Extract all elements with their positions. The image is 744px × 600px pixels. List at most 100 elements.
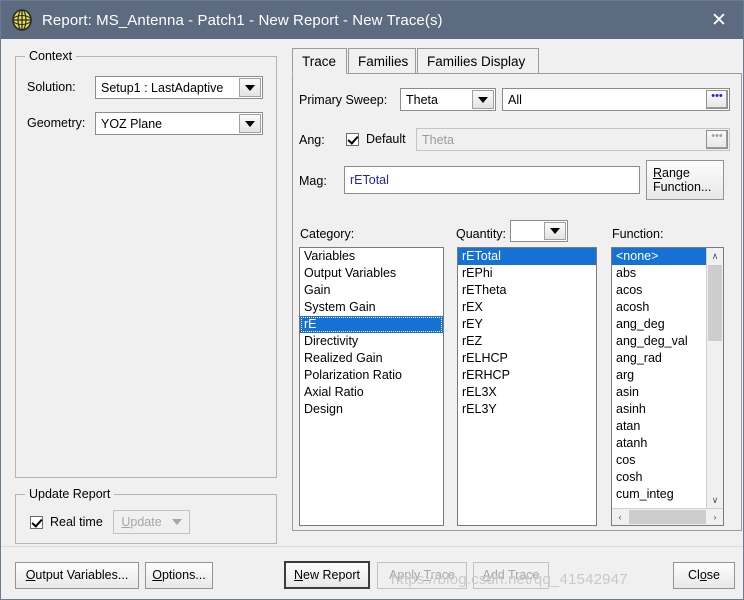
list-item[interactable]: cos (612, 452, 706, 469)
chevron-down-icon[interactable] (239, 114, 261, 133)
list-item[interactable]: rEL3X (458, 384, 596, 401)
function-horizontal-scrollbar[interactable]: ‹ › (612, 508, 723, 525)
solution-dropdown[interactable]: Setup1 : LastAdaptive (95, 76, 263, 99)
list-item[interactable]: acosh (612, 299, 706, 316)
tab-strip: Trace Families Families Display (292, 48, 742, 74)
close-icon[interactable]: ✕ (697, 2, 741, 38)
list-item[interactable]: rEX (458, 299, 596, 316)
tab-trace[interactable]: Trace (292, 48, 347, 74)
list-item[interactable]: Gain (300, 282, 443, 299)
ang-value-field: Theta (416, 128, 730, 151)
tab-families-display[interactable]: Families Display (417, 48, 539, 74)
mag-expression-value: rETotal (350, 173, 389, 187)
checkmark-icon (346, 132, 359, 146)
geometry-dropdown[interactable]: YOZ Plane (95, 112, 263, 135)
quantity-dropdown[interactable] (510, 220, 568, 242)
update-button: Update (113, 510, 190, 534)
list-item[interactable]: rELHCP (458, 350, 596, 367)
scroll-up-icon[interactable]: ∧ (707, 248, 723, 264)
new-report-button[interactable]: New Report (284, 561, 370, 589)
category-label: Category: (300, 227, 355, 241)
range-function-label-line2: Function... (653, 180, 712, 194)
apply-trace-button: Apply Trace (377, 562, 467, 589)
close-button[interactable]: Close (673, 562, 735, 589)
list-item[interactable]: Variables (300, 248, 443, 265)
mag-expression-field[interactable]: rETotal (344, 166, 640, 194)
output-variables-button[interactable]: Output Variables... (15, 562, 139, 589)
list-item[interactable]: cosh (612, 469, 706, 486)
report-dialog-window: Report: MS_Antenna - Patch1 - New Report… (0, 0, 744, 600)
function-label: Function: (612, 227, 664, 241)
list-item[interactable]: atan (612, 418, 706, 435)
update-report-groupbox-title: Update Report (25, 487, 115, 501)
solution-value: Setup1 : LastAdaptive (101, 80, 224, 95)
scroll-right-icon[interactable]: › (707, 512, 723, 522)
list-item[interactable]: System Gain (300, 299, 443, 316)
list-item[interactable]: atanh (612, 435, 706, 452)
list-item[interactable]: asinh (612, 401, 706, 418)
options-button[interactable]: Options... (145, 562, 213, 589)
list-item[interactable]: Output Variables (300, 265, 443, 282)
list-item[interactable]: rEL3Y (458, 401, 596, 418)
list-item[interactable]: rETheta (458, 282, 596, 299)
realtime-label: Real time (50, 515, 103, 529)
list-item[interactable]: cum_integ (612, 486, 706, 503)
quantity-label: Quantity: (456, 227, 507, 241)
list-item-selected[interactable]: <none> (612, 248, 706, 265)
list-item[interactable]: arg (612, 367, 706, 384)
geometry-value: YOZ Plane (101, 116, 163, 131)
apply-trace-label: Apply Trace (388, 568, 455, 583)
function-vertical-scrollbar[interactable]: ∧ ∨ (706, 248, 723, 508)
list-item[interactable]: rEY (458, 316, 596, 333)
geometry-label: Geometry: (27, 116, 86, 130)
list-item[interactable]: Design (300, 401, 443, 418)
ang-default-label: Default (366, 132, 406, 146)
function-listbox[interactable]: <none> abs acos acosh ang_deg ang_deg_va… (611, 247, 724, 526)
list-item[interactable]: ang_deg_val (612, 333, 706, 350)
list-item-selected[interactable]: rETotal (458, 248, 596, 265)
list-item[interactable]: ang_deg (612, 316, 706, 333)
list-item[interactable]: Directivity (300, 333, 443, 350)
list-item[interactable]: Realized Gain (300, 350, 443, 367)
ang-default-checkbox[interactable]: Default (346, 132, 406, 146)
primary-sweep-range-field[interactable]: All (502, 88, 730, 111)
range-function-button[interactable]: Range Function... (646, 160, 724, 200)
title-bar: Report: MS_Antenna - Patch1 - New Report… (1, 1, 743, 39)
list-item[interactable]: asin (612, 384, 706, 401)
list-item[interactable]: rEZ (458, 333, 596, 350)
tab-families-display-label: Families Display (427, 54, 526, 69)
window-title: Report: MS_Antenna - Patch1 - New Report… (42, 11, 443, 29)
chevron-down-icon[interactable] (472, 90, 494, 109)
scroll-down-icon[interactable]: ∨ (707, 492, 723, 508)
tab-families-label: Families (358, 54, 409, 69)
ang-label: Ang: (299, 133, 325, 147)
checkmark-icon (30, 515, 43, 529)
list-item[interactable]: rERHCP (458, 367, 596, 384)
chevron-down-icon[interactable] (239, 78, 261, 97)
quantity-listbox[interactable]: rETotal rEPhi rETheta rEX rEY rEZ rELHCP… (457, 247, 597, 526)
ellipsis-icon: ••• (711, 130, 723, 142)
realtime-checkbox[interactable]: Real time (30, 515, 103, 529)
update-button-label: Update (121, 514, 162, 529)
category-items: Variables Output Variables Gain System G… (300, 248, 443, 418)
list-item[interactable]: acos (612, 282, 706, 299)
function-items: <none> abs acos acosh ang_deg ang_deg_va… (612, 248, 706, 508)
scroll-thumb[interactable] (708, 265, 722, 341)
scroll-left-icon[interactable]: ‹ (612, 512, 628, 522)
primary-sweep-browse-button[interactable]: ••• (706, 90, 728, 109)
primary-sweep-label: Primary Sweep: (299, 93, 388, 107)
primary-sweep-dropdown[interactable]: Theta (400, 88, 496, 111)
list-item[interactable]: rEPhi (458, 265, 596, 282)
list-item[interactable]: abs (612, 265, 706, 282)
ang-value: Theta (422, 132, 454, 147)
list-item[interactable]: Axial Ratio (300, 384, 443, 401)
primary-sweep-range-value: All (508, 92, 522, 107)
list-item[interactable]: ang_rad (612, 350, 706, 367)
chevron-down-icon[interactable] (544, 222, 566, 240)
list-item-selected[interactable]: rE (300, 316, 443, 333)
list-item[interactable]: Polarization Ratio (300, 367, 443, 384)
scroll-thumb[interactable] (629, 510, 706, 524)
tab-families[interactable]: Families (348, 48, 416, 74)
solution-label: Solution: (27, 80, 76, 94)
category-listbox[interactable]: Variables Output Variables Gain System G… (299, 247, 444, 526)
